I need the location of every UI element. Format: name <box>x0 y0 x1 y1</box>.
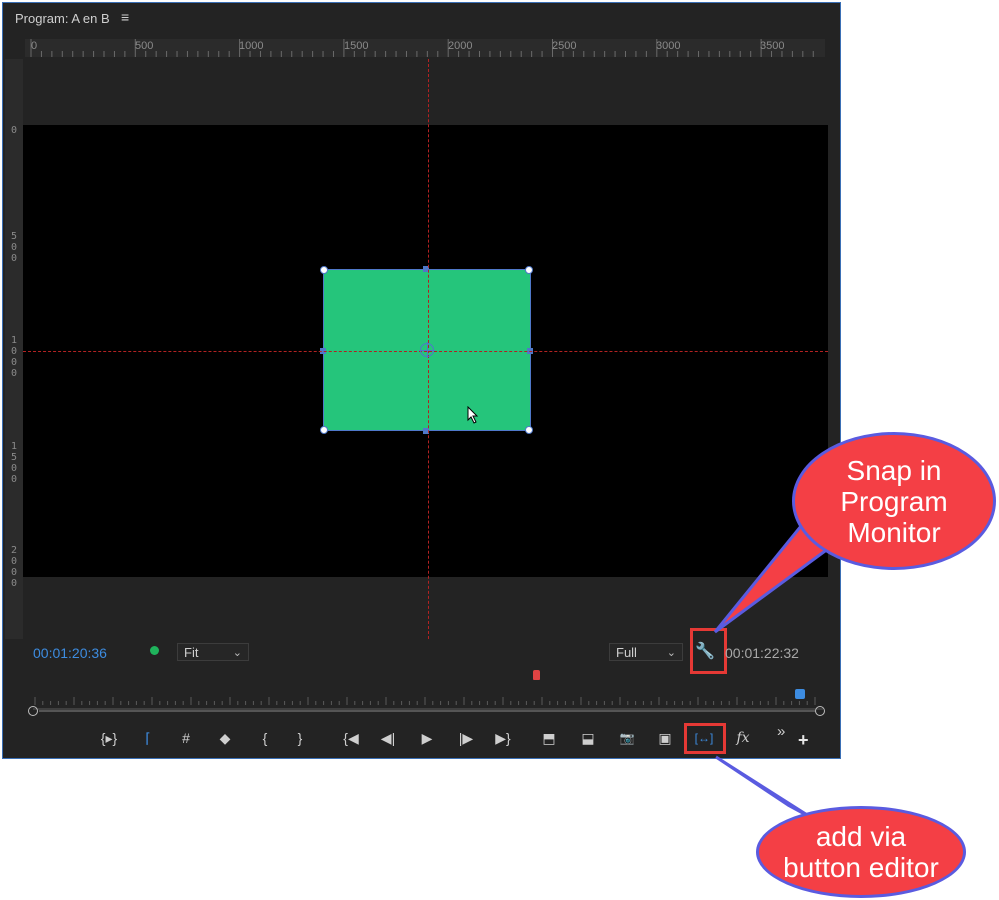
zoom-handle-left[interactable] <box>28 706 38 716</box>
panel-title: Program: A en B <box>15 11 110 26</box>
resolution-dropdown[interactable]: Full ⌄ <box>609 643 683 661</box>
extract-icon[interactable]: ⬓ <box>573 727 603 749</box>
snap-button-highlight <box>684 723 726 754</box>
vertical-ruler: 0 500 1000 1500 2000 <box>5 59 23 639</box>
lift-range-icon[interactable]: {▸} <box>94 727 124 749</box>
transform-handle[interactable] <box>525 266 533 274</box>
zoom-level-dropdown[interactable]: Fit ⌄ <box>177 643 249 661</box>
horizontal-ruler: 0 500 1000 1500 2000 2500 3000 3500 <box>25 39 825 57</box>
snap-callout: Snap in Program Monitor <box>792 432 996 570</box>
double-chevron-icon[interactable]: » <box>777 723 785 740</box>
play-icon[interactable]: ▶ <box>412 727 442 749</box>
ruler-label: 0 <box>31 40 38 52</box>
status-dot <box>150 646 159 655</box>
ruler-label: 500 <box>10 231 18 264</box>
safe-margins-icon[interactable]: ⌈ <box>133 727 163 749</box>
comparison-view-icon[interactable]: ▣ <box>650 727 680 749</box>
mark-in-icon[interactable]: { <box>250 727 280 749</box>
hamburger-menu-icon[interactable]: ≡ <box>121 9 129 25</box>
duration-timecode: 00:01:22:32 <box>725 645 799 661</box>
ruler-label: 1000 <box>10 335 18 379</box>
mark-out-icon[interactable]: } <box>285 727 315 749</box>
transform-handle[interactable] <box>320 266 328 274</box>
grid-icon[interactable]: # <box>171 727 201 749</box>
ruler-label: 3500 <box>760 40 785 52</box>
zoom-bar[interactable] <box>39 710 815 712</box>
ruler-label: 2500 <box>552 40 577 52</box>
transform-handle[interactable] <box>320 426 328 434</box>
ruler-label: 3000 <box>656 40 681 52</box>
lift-icon[interactable]: ⬒ <box>534 727 564 749</box>
ruler-label: 2000 <box>448 40 473 52</box>
ruler-label: 1000 <box>239 40 264 52</box>
button-editor-callout: add via button editor <box>756 806 966 898</box>
step-forward-icon[interactable]: |▶ <box>451 727 481 749</box>
playhead-handle[interactable] <box>795 689 805 699</box>
zoom-handle-right[interactable] <box>815 706 825 716</box>
ruler-label: 1500 <box>10 441 18 485</box>
plus-icon[interactable]: + <box>798 730 809 751</box>
anchor-point-icon[interactable] <box>419 342 435 358</box>
current-timecode[interactable]: 00:01:20:36 <box>33 645 107 661</box>
go-to-out-icon[interactable]: ▶} <box>488 727 518 749</box>
go-to-in-icon[interactable]: {◀ <box>336 727 366 749</box>
program-viewer[interactable] <box>23 59 828 639</box>
zoom-level-value: Fit <box>184 645 199 660</box>
ruler-label: 0 <box>10 125 18 136</box>
fx-icon[interactable]: fx <box>728 727 758 749</box>
playhead-marker[interactable] <box>533 670 540 680</box>
ruler-label: 1500 <box>344 40 369 52</box>
button-editor-callout-text: add via button editor <box>783 821 939 883</box>
snap-callout-text: Snap in Program Monitor <box>840 454 948 548</box>
marker-icon[interactable]: ◆ <box>210 727 240 749</box>
settings-highlight <box>690 628 727 674</box>
transform-handle[interactable] <box>525 426 533 434</box>
ruler-label: 2000 <box>10 545 18 589</box>
chevron-down-icon: ⌄ <box>232 647 242 659</box>
step-back-icon[interactable]: ◀| <box>373 727 403 749</box>
chevron-down-icon: ⌄ <box>666 647 676 659</box>
export-frame-icon[interactable]: 📷 <box>612 727 642 749</box>
ruler-label: 500 <box>135 40 154 52</box>
program-monitor-panel: Program: A en B ≡ 0 500 1000 1500 2000 2… <box>2 2 841 759</box>
resolution-value: Full <box>616 645 637 660</box>
mouse-cursor-icon <box>467 406 479 424</box>
